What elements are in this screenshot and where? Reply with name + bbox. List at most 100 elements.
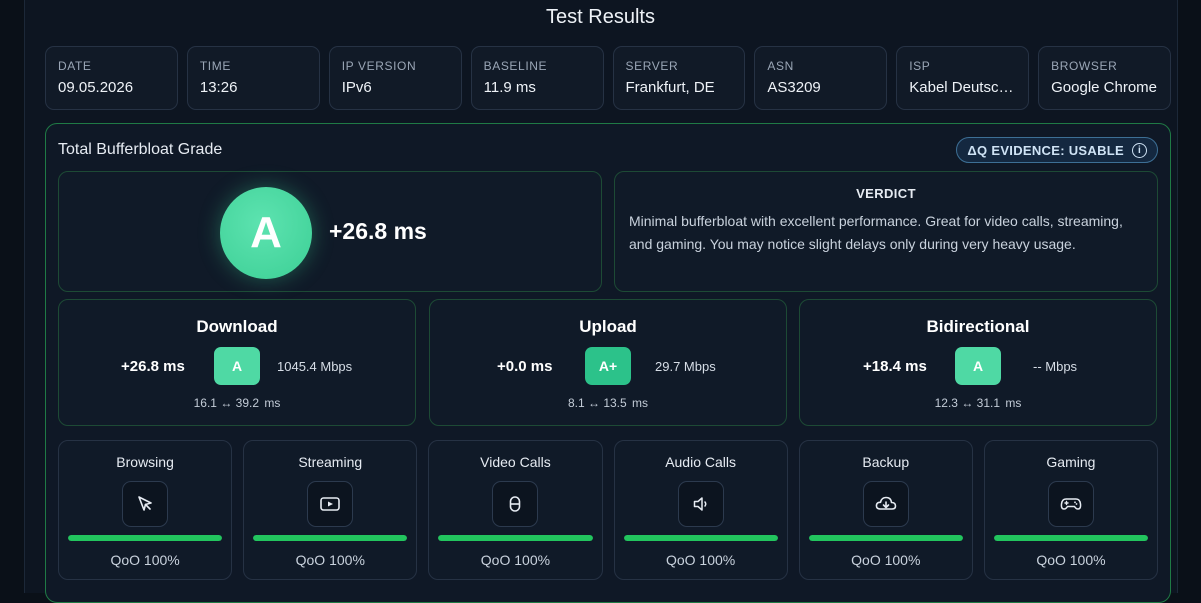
qoe-bar (438, 535, 593, 541)
range-arrow: ↔ (587, 396, 600, 410)
range-arrow: ↔ (220, 396, 233, 410)
verdict-text: Minimal bufferbloat with excellent perfo… (629, 213, 1123, 252)
info-label: BASELINE (483, 59, 548, 73)
panel-title: Total Bufferbloat Grade (58, 141, 223, 158)
info-label: IP VERSION (341, 59, 417, 73)
test-info-row: DATE 09.05.2026 TIME 13:26 IP VERSION IP… (45, 46, 1171, 110)
qoe-label: Backup (862, 454, 910, 470)
range-high: 39.2 (235, 396, 260, 410)
direction-title: Upload (579, 317, 637, 336)
qoe-card-streaming: Streaming QoO 100% (243, 440, 418, 580)
direction-range: 16.1 ↔ 39.2 ms (59, 396, 415, 410)
direction-range: 12.3 ↔ 31.1 ms (800, 396, 1156, 410)
qoe-fill (623, 535, 778, 541)
direction-rate: -- Mbps (1033, 359, 1078, 374)
upload-card: Upload +0.0 ms A+ 29.7 Mbps 8.1 ↔ 13.5 m… (429, 299, 787, 426)
direction-grade-badge: A (955, 347, 1001, 385)
qoe-score: QoO 100% (295, 552, 365, 568)
qoe-score: QoO 100% (665, 552, 736, 568)
qoe-label: Gaming (1046, 454, 1096, 470)
info-value: Google Chrome (1051, 79, 1158, 96)
qoe-card-browsing: Browsing QoO 100% (58, 440, 233, 580)
range-unit: ms (632, 396, 649, 410)
info-label: ISP (909, 59, 931, 73)
qoe-bar (993, 535, 1149, 541)
qoe-card-backup: Backup QoO 100% (798, 440, 973, 580)
direction-grade-badge: A+ (585, 347, 631, 385)
range-low: 16.1 (193, 396, 217, 410)
qoe-row: Browsing QoO 100% Streaming QoO 100% Vid… (58, 440, 1159, 580)
info-icon[interactable]: i (1132, 142, 1147, 158)
info-card-baseline: BASELINE 11.9 ms (470, 46, 604, 110)
info-value: 13:26 (199, 79, 238, 96)
direction-range: 8.1 ↔ 13.5 ms (430, 396, 786, 410)
qoe-bar (253, 535, 408, 541)
evidence-label: ΔQ EVIDENCE: USABLE (967, 142, 1124, 158)
info-card-isp[interactable]: ISP Kabel Deutsch… (896, 46, 1030, 110)
bidirectional-card: Bidirectional +18.4 ms A -- Mbps 12.3 ↔ … (799, 299, 1157, 426)
direction-delta: +26.8 ms (121, 358, 185, 375)
range-high: 31.1 (976, 396, 1001, 410)
qoe-card-video-calls: Video Calls QoO 100% (428, 440, 603, 580)
info-value: 09.05.2026 (58, 79, 134, 96)
range-high: 13.5 (603, 396, 627, 410)
info-value: IPv6 (341, 79, 372, 96)
overall-grade-card: A +26.8 ms (58, 171, 602, 292)
direction-title: Bidirectional (926, 317, 1030, 336)
info-value: Kabel Deutsch… (909, 79, 1017, 96)
direction-delta: +18.4 ms (863, 358, 927, 375)
info-label: ASN (767, 59, 794, 73)
qoe-bar (623, 535, 778, 541)
range-low: 8.1 (567, 396, 585, 410)
qoe-fill (253, 535, 408, 541)
speaker-icon (677, 481, 724, 527)
info-card-browser: BROWSER Google Chrome (1038, 46, 1171, 110)
qoe-label: Browsing (116, 454, 174, 470)
bufferbloat-grade-panel: Total Bufferbloat Grade ΔQ EVIDENCE: USA… (45, 123, 1171, 603)
video-play-icon (307, 481, 354, 527)
qoe-score: QoO 100% (480, 552, 551, 568)
qoe-label: Video Calls (480, 454, 551, 470)
info-label: BROWSER (1051, 59, 1118, 73)
info-label: TIME (199, 59, 231, 73)
verdict-card: VERDICT Minimal bufferbloat with excelle… (614, 171, 1158, 292)
direction-rate: 1045.4 Mbps (277, 359, 353, 374)
qoe-score: QoO 100% (110, 552, 180, 568)
info-card-asn: ASN AS3209 (754, 46, 888, 110)
download-card: Download +26.8 ms A 1045.4 Mbps 16.1 ↔ 3… (58, 299, 416, 426)
qoe-bar (68, 535, 223, 541)
verdict-title: VERDICT (856, 186, 916, 201)
info-value: AS3209 (767, 79, 821, 96)
info-card-date: DATE 09.05.2026 (45, 46, 178, 110)
info-label: SERVER (625, 59, 679, 73)
cursor-icon (122, 481, 169, 527)
evidence-badge[interactable]: ΔQ EVIDENCE: USABLE i (956, 137, 1158, 163)
info-card-server: SERVER Frankfurt, DE (612, 46, 746, 110)
gamepad-icon (1047, 481, 1094, 527)
range-low: 12.3 (934, 396, 958, 410)
qoe-label: Streaming (298, 454, 363, 470)
cloud-download-icon (862, 481, 909, 527)
direction-delta: +0.0 ms (497, 358, 553, 375)
range-unit: ms (264, 396, 281, 410)
camera-icon (492, 481, 539, 527)
qoe-bar (808, 535, 963, 541)
qoe-score: QoO 100% (851, 552, 921, 568)
overall-grade-badge: A (220, 187, 312, 279)
qoe-card-gaming: Gaming QoO 100% (983, 440, 1159, 580)
range-unit: ms (1005, 396, 1022, 410)
qoe-fill (438, 535, 593, 541)
info-label: DATE (58, 59, 92, 73)
direction-grade-badge: A (214, 347, 260, 385)
direction-title: Download (196, 317, 278, 336)
info-card-time: TIME 13:26 (186, 46, 320, 110)
direction-rate: 29.7 Mbps (655, 359, 716, 374)
qoe-label: Audio Calls (665, 454, 737, 470)
qoe-score: QoO 100% (1036, 552, 1106, 568)
range-arrow: ↔ (961, 396, 974, 410)
page-title: Test Results (546, 6, 655, 28)
qoe-card-audio-calls: Audio Calls QoO 100% (613, 440, 788, 580)
qoe-fill (68, 535, 223, 541)
info-value: 11.9 ms (483, 79, 536, 96)
overall-latency-delta: +26.8 ms (329, 218, 427, 244)
